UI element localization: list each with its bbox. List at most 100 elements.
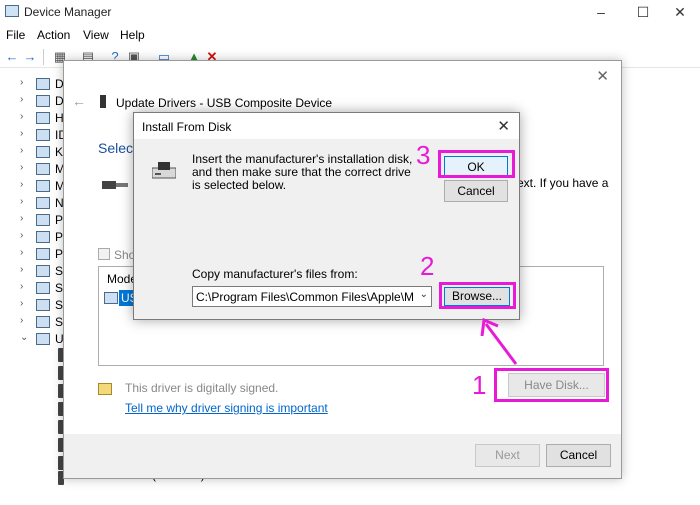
expand-arrow-icon: › bbox=[20, 179, 24, 190]
tree-label: S bbox=[55, 264, 64, 278]
tree-row[interactable]: › P bbox=[0, 228, 70, 246]
expand-arrow-icon: › bbox=[20, 247, 24, 258]
expand-arrow-icon: › bbox=[20, 298, 24, 309]
menu-action[interactable]: Action bbox=[37, 28, 70, 42]
menu-view[interactable]: View bbox=[83, 28, 109, 42]
dialog-message: Insert the manufacturer's installation d… bbox=[192, 152, 413, 192]
tree-label: K bbox=[55, 145, 64, 159]
expand-arrow-icon: › bbox=[20, 213, 24, 224]
path-value: C:\Program Files\Common Files\Apple\Mobi… bbox=[196, 290, 414, 304]
have-disk-highlight-box bbox=[494, 368, 609, 402]
step-1-number: 1 bbox=[472, 370, 487, 400]
toolbar-separator bbox=[43, 49, 44, 65]
wizard-title: Update Drivers - USB Composite Device bbox=[116, 96, 333, 110]
close-button[interactable]: ✕ bbox=[660, 2, 700, 22]
tree-row[interactable]: › S bbox=[0, 279, 70, 297]
tree-row[interactable]: › D bbox=[0, 75, 70, 93]
processor-icon bbox=[36, 248, 50, 260]
copy-from-label: Copy manufacturer's files from: bbox=[192, 267, 358, 281]
step-2-number: 2 bbox=[420, 251, 435, 281]
signed-driver-icon bbox=[98, 383, 112, 395]
storage-icon bbox=[36, 299, 50, 311]
tree-row[interactable]: › S bbox=[0, 296, 70, 314]
ok-highlight-box bbox=[438, 150, 515, 178]
expand-arrow-icon: › bbox=[20, 128, 24, 139]
port-icon bbox=[36, 214, 50, 226]
dialog-cancel-button[interactable]: Cancel bbox=[444, 180, 508, 202]
tree-row[interactable]: › K bbox=[0, 143, 70, 161]
close-icon[interactable]: ✕ bbox=[497, 117, 510, 135]
tree-row[interactable]: › P bbox=[0, 245, 70, 263]
tree-row[interactable]: › N bbox=[0, 194, 70, 212]
step-3-number: 3 bbox=[416, 140, 431, 170]
expand-arrow-icon: › bbox=[20, 94, 24, 105]
tree-label: P bbox=[55, 213, 64, 227]
tree-row[interactable]: › D bbox=[0, 92, 70, 110]
wizard-heading: Select bbox=[98, 140, 137, 156]
tree-row[interactable]: › S bbox=[0, 262, 70, 280]
expand-arrow-icon: › bbox=[20, 145, 24, 156]
show-compatible-checkbox[interactable] bbox=[98, 248, 110, 260]
next-button[interactable]: Next bbox=[475, 444, 540, 467]
security-icon bbox=[36, 265, 50, 277]
wizard-footer: Next Cancel bbox=[64, 434, 621, 478]
tree-label: P bbox=[55, 247, 64, 261]
copy-from-path-combobox[interactable]: C:\Program Files\Common Files\Apple\Mobi… bbox=[192, 286, 432, 307]
expand-arrow-icon: › bbox=[20, 196, 24, 207]
menubar: File Action View Help bbox=[0, 25, 700, 45]
window-title: Device Manager bbox=[24, 5, 112, 19]
menu-help[interactable]: Help bbox=[120, 28, 145, 42]
tree-row[interactable]: › ID bbox=[0, 126, 70, 144]
browse-highlight-box bbox=[439, 282, 516, 309]
usb-device-icon bbox=[100, 95, 106, 108]
driver-signing-link[interactable]: Tell me why driver signing is important bbox=[125, 401, 328, 415]
minimize-button[interactable]: – bbox=[578, 2, 624, 22]
tree-row[interactable]: › S bbox=[0, 313, 70, 331]
back-arrow-icon[interactable]: ← bbox=[4, 49, 20, 65]
printer-icon bbox=[36, 231, 50, 243]
expand-arrow-icon: › bbox=[20, 162, 24, 173]
dialog-titlebar: Install From Disk ✕ bbox=[134, 113, 519, 139]
tree-row[interactable]: ⌄ U bbox=[0, 330, 70, 348]
forward-arrow-icon[interactable]: → bbox=[22, 49, 38, 65]
usb-plug-icon bbox=[102, 181, 128, 189]
network-icon bbox=[36, 197, 50, 209]
device-manager-icon bbox=[5, 5, 19, 17]
menu-file[interactable]: File bbox=[6, 28, 25, 42]
device-icon bbox=[36, 78, 50, 90]
tree-label: S bbox=[55, 315, 64, 329]
close-icon[interactable]: ✕ bbox=[596, 67, 609, 85]
tree-row[interactable]: › H bbox=[0, 109, 70, 127]
tree-row[interactable]: › M bbox=[0, 177, 70, 195]
screen: Device Manager – ☐ ✕ File Action View He… bbox=[0, 0, 700, 505]
tree-label: P bbox=[55, 230, 64, 244]
device-icon bbox=[36, 95, 50, 107]
software-icon bbox=[36, 282, 50, 294]
signed-driver-text: This driver is digitally signed. bbox=[125, 381, 279, 395]
expand-arrow-icon: › bbox=[20, 264, 24, 275]
tree-row[interactable]: › P bbox=[0, 211, 70, 229]
expand-arrow-icon: › bbox=[20, 230, 24, 241]
tree-row[interactable]: › M bbox=[0, 160, 70, 178]
wizard-instruction-text: ext. If you have a bbox=[517, 176, 609, 190]
collapse-arrow-icon: ⌄ bbox=[20, 332, 29, 343]
wizard-cancel-button[interactable]: Cancel bbox=[546, 444, 611, 467]
mouse-icon bbox=[36, 163, 50, 175]
expand-arrow-icon: › bbox=[20, 315, 24, 326]
expand-arrow-icon: › bbox=[20, 281, 24, 292]
device-icon bbox=[36, 129, 50, 141]
back-arrow-icon[interactable]: ← bbox=[72, 93, 86, 109]
dialog-title: Install From Disk bbox=[142, 120, 232, 134]
chevron-down-icon[interactable]: ⌄ bbox=[420, 289, 428, 300]
device-icon bbox=[36, 146, 50, 158]
tree-label: S bbox=[55, 281, 64, 295]
disk-drive-icon bbox=[152, 162, 176, 179]
usb-device-icon bbox=[104, 292, 118, 304]
tree-label: S bbox=[55, 298, 64, 312]
usb-icon bbox=[36, 333, 50, 345]
system-icon bbox=[36, 316, 50, 328]
expand-arrow-icon: › bbox=[20, 111, 24, 122]
device-icon bbox=[36, 112, 50, 124]
device-manager-titlebar: Device Manager – ☐ ✕ bbox=[0, 0, 700, 24]
expand-arrow-icon: › bbox=[20, 77, 24, 88]
